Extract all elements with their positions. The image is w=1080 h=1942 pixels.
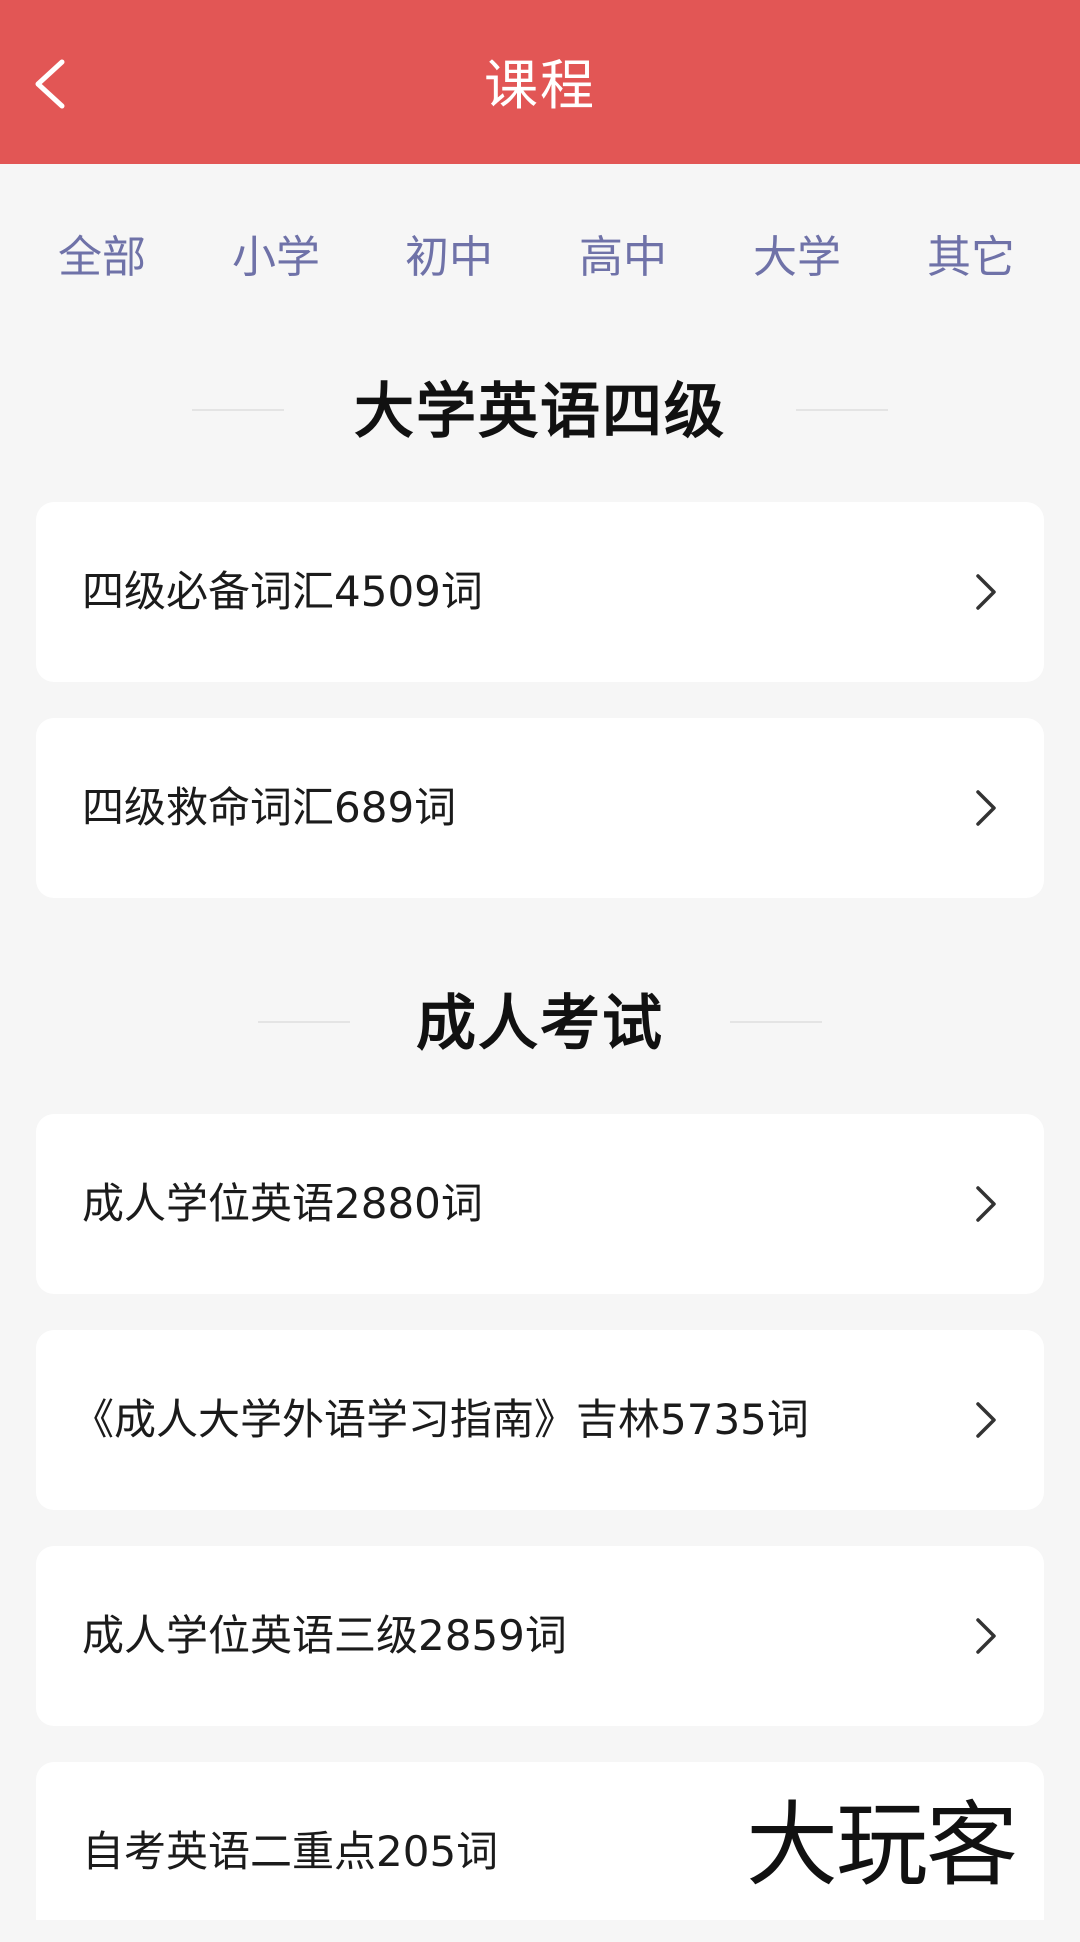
chevron-right-icon [976, 1618, 996, 1654]
chevron-right-icon [976, 574, 996, 610]
course-item[interactable]: 成人学位英语三级2859词 [36, 1546, 1044, 1726]
section-divider-right [730, 1021, 822, 1023]
course-item-label: 《成人大学外语学习指南》吉林5735词 [72, 1395, 809, 1444]
section-divider-right [796, 409, 888, 411]
chevron-right-icon [976, 1186, 996, 1222]
section-header: 成人考试 [0, 988, 1080, 1060]
course-item[interactable]: 四级救命词汇689词 [36, 718, 1044, 898]
top-bar: 课程 [0, 0, 1080, 164]
tab-other[interactable]: 其它 [916, 228, 1026, 288]
course-item[interactable]: 四级必备词汇4509词 [36, 502, 1044, 682]
chevron-right-icon [976, 1402, 996, 1438]
tab-primary[interactable]: 小学 [221, 228, 331, 288]
tab-university[interactable]: 大学 [742, 228, 852, 288]
chevron-right-icon [976, 790, 996, 826]
course-item-label: 成人学位英语2880词 [82, 1179, 483, 1228]
page-title: 课程 [484, 54, 596, 117]
course-item[interactable]: 《成人大学外语学习指南》吉林5735词 [36, 1330, 1044, 1510]
watermark-logo: 大玩客 [746, 1792, 1018, 1899]
section-title: 大学英语四级 [354, 377, 726, 447]
course-item-label: 成人学位英语三级2859词 [82, 1611, 567, 1660]
section-title: 成人考试 [416, 989, 664, 1059]
tab-junior-high[interactable]: 初中 [394, 228, 504, 288]
category-tabs: 全部 小学 初中 高中 大学 其它 [0, 228, 1080, 288]
tab-senior-high[interactable]: 高中 [568, 228, 678, 288]
course-item-label: 四级救命词汇689词 [82, 783, 457, 832]
section-header: 大学英语四级 [0, 376, 1080, 448]
course-item[interactable]: 成人学位英语2880词 [36, 1114, 1044, 1294]
course-item-label: 四级必备词汇4509词 [82, 567, 483, 616]
tab-all[interactable]: 全部 [47, 228, 157, 288]
course-item-label: 自考英语二重点205词 [82, 1827, 499, 1876]
